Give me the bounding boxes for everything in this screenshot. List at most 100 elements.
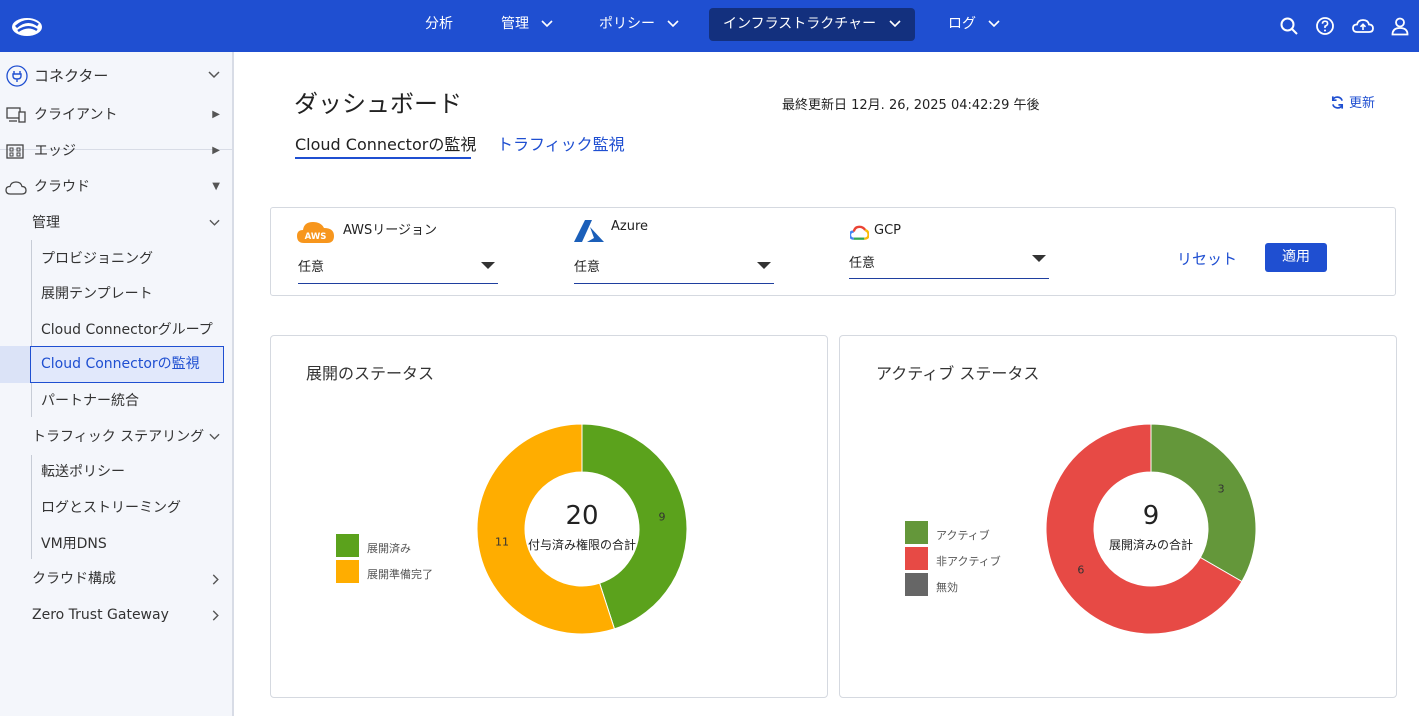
- active-status-donut-chart: 3 6 9 展開済みの合計: [1045, 423, 1257, 635]
- sidebar-item-label: ログとストリーミング: [41, 500, 181, 516]
- sidebar-item-partner[interactable]: パートナー統合: [0, 384, 232, 418]
- sidebar-item-cloud[interactable]: クラウド ▼: [0, 170, 232, 204]
- nav-policy[interactable]: ポリシー: [585, 8, 693, 41]
- active-status-slice-0[interactable]: [1150, 423, 1257, 583]
- sidebar-item-label: Cloud Connectorの監視: [41, 356, 200, 372]
- user-icon[interactable]: [1390, 16, 1410, 36]
- legend-swatch-active: [905, 521, 928, 544]
- main-nav: 分析 管理 ポリシー インフラストラクチャー ログ: [0, 0, 1419, 52]
- sidebar-item-forwarding-policy[interactable]: 転送ポリシー: [0, 455, 232, 489]
- caret-down-icon: [1032, 255, 1046, 262]
- caret-down-icon: [481, 262, 495, 269]
- chevron-down-icon: [209, 433, 220, 440]
- gcp-select[interactable]: 任意: [849, 246, 1049, 280]
- sidebar-item-label: 展開テンプレート: [41, 286, 153, 302]
- legend-label-deployed: 展開済み: [367, 542, 411, 555]
- last-updated-text: 最終更新日 12月. 26, 2025 04:42:29 午後: [782, 98, 1040, 113]
- select-underline: [298, 283, 498, 284]
- active-status-slice-label-0: 3: [1218, 483, 1225, 496]
- active-status-center-label: 展開済みの合計: [1109, 537, 1193, 552]
- aws-badge-text: AWS: [305, 232, 327, 242]
- active-status-slice-label-1: 6: [1077, 564, 1084, 577]
- deploy-status-center-value: 20: [565, 501, 598, 531]
- sidebar-item-label: Zero Trust Gateway: [32, 607, 169, 623]
- azure-label: Azure: [611, 219, 649, 234]
- sidebar-item-vm-dns[interactable]: VM用DNS: [0, 527, 232, 561]
- refresh-label: 更新: [1349, 96, 1376, 111]
- connector-plug-icon: [6, 65, 28, 87]
- apply-button[interactable]: 適用: [1265, 243, 1327, 272]
- cloud-icon: [5, 181, 27, 195]
- sidebar-item-deploy-template[interactable]: 展開テンプレート: [0, 277, 232, 311]
- sidebar-item-cloud-config[interactable]: クラウド構成: [0, 562, 232, 596]
- sidebar-item-label: 管理: [32, 215, 60, 231]
- chevron-down-icon: [988, 20, 1001, 28]
- sidebar-item-manage[interactable]: 管理: [0, 206, 232, 240]
- nav-analytics[interactable]: 分析: [411, 8, 467, 41]
- sidebar-item-label: トラフィック ステアリング: [32, 429, 205, 445]
- aws-region-label: AWSリージョン: [343, 223, 438, 238]
- refresh-button[interactable]: 更新: [1330, 92, 1375, 111]
- page-title: ダッシュボード: [294, 90, 462, 118]
- tab-traffic-monitor[interactable]: トラフィック監視: [497, 131, 625, 155]
- azure-value: 任意: [574, 260, 601, 275]
- deploy-status-donut-chart: 9 11 20 付与済み権限の合計: [476, 423, 688, 635]
- active-status-title: アクティブ ステータス: [876, 364, 1040, 383]
- legend-label-active: アクティブ: [936, 529, 990, 542]
- edge-building-icon: [6, 144, 24, 159]
- nav-label: ポリシー: [599, 16, 655, 32]
- legend-label-pending: 展開準備完了: [367, 568, 433, 581]
- sidebar-item-log-streaming[interactable]: ログとストリーミング: [0, 491, 232, 525]
- search-icon[interactable]: [1279, 16, 1299, 36]
- deploy-status-center-label: 付与済み権限の合計: [528, 537, 636, 552]
- legend-swatch-disabled: [905, 573, 928, 596]
- nav-administration[interactable]: 管理: [487, 8, 567, 41]
- select-underline: [849, 278, 1049, 279]
- sidebar-item-label: プロビジョニング: [41, 251, 153, 267]
- chevron-right-icon: [212, 610, 219, 621]
- caret-right-icon: ▶: [212, 109, 220, 120]
- nav-infrastructure[interactable]: インフラストラクチャー: [709, 8, 915, 41]
- aws-region-select[interactable]: 任意: [298, 250, 498, 284]
- sidebar-item-label: パートナー統合: [41, 393, 139, 409]
- tab-active-indicator: [295, 157, 471, 159]
- aws-logo-icon: AWS: [297, 222, 334, 243]
- chevron-right-icon: [212, 574, 219, 585]
- caret-down-icon: ▼: [212, 181, 220, 192]
- azure-select[interactable]: 任意: [574, 250, 774, 284]
- sidebar-item-label: Cloud Connectorグループ: [41, 322, 213, 338]
- legend-label-inactive: 非アクティブ: [936, 555, 1001, 568]
- tab-cc-monitor[interactable]: Cloud Connectorの監視: [295, 131, 476, 155]
- sidebar-header-label: コネクター: [34, 67, 109, 85]
- sidebar-item-traffic-steering[interactable]: トラフィック ステアリング: [0, 420, 232, 454]
- chevron-down-icon: [889, 20, 901, 28]
- sidebar-item-label: クラウド構成: [32, 571, 116, 587]
- gcp-logo-icon: [850, 225, 869, 240]
- sidebar-item-label: エッジ: [34, 143, 76, 159]
- active-row-bg: [0, 346, 30, 383]
- chevron-down-icon: [209, 219, 220, 226]
- help-icon[interactable]: [1315, 16, 1335, 36]
- sidebar-item-label: クラウド: [34, 179, 90, 195]
- sidebar-item-provisioning[interactable]: プロビジョニング: [0, 242, 232, 276]
- reset-button[interactable]: リセット: [1177, 248, 1237, 269]
- top-bar: 分析 管理 ポリシー インフラストラクチャー ログ: [0, 0, 1419, 52]
- gcp-value: 任意: [849, 256, 876, 271]
- sidebar-item-edge[interactable]: エッジ ▶: [0, 134, 232, 168]
- aws-region-value: 任意: [298, 260, 325, 275]
- sidebar-item-cc-monitor[interactable]: Cloud Connectorの監視: [30, 346, 224, 383]
- nav-logs[interactable]: ログ: [934, 8, 1014, 41]
- sidebar-item-ztg[interactable]: Zero Trust Gateway: [0, 598, 232, 632]
- gcp-label: GCP: [874, 223, 901, 238]
- sidebar-item-client[interactable]: クライアント ▶: [0, 98, 232, 132]
- sidebar-item-cc-group[interactable]: Cloud Connectorグループ: [0, 313, 232, 347]
- chevron-down-icon: [541, 20, 554, 28]
- sidebar-item-label: VM用DNS: [41, 536, 107, 552]
- cloud-upload-icon[interactable]: [1352, 16, 1374, 36]
- nav-label: ログ: [948, 16, 976, 32]
- sidebar-header-connector[interactable]: コネクター: [0, 59, 232, 93]
- caret-down-icon: [757, 262, 771, 269]
- sidebar: コネクター クライアント ▶ エッジ ▶ クラウド ▼ 管理 プロビジョニング …: [0, 52, 234, 716]
- deploy-status-title: 展開のステータス: [306, 364, 435, 383]
- refresh-icon: [1331, 96, 1344, 109]
